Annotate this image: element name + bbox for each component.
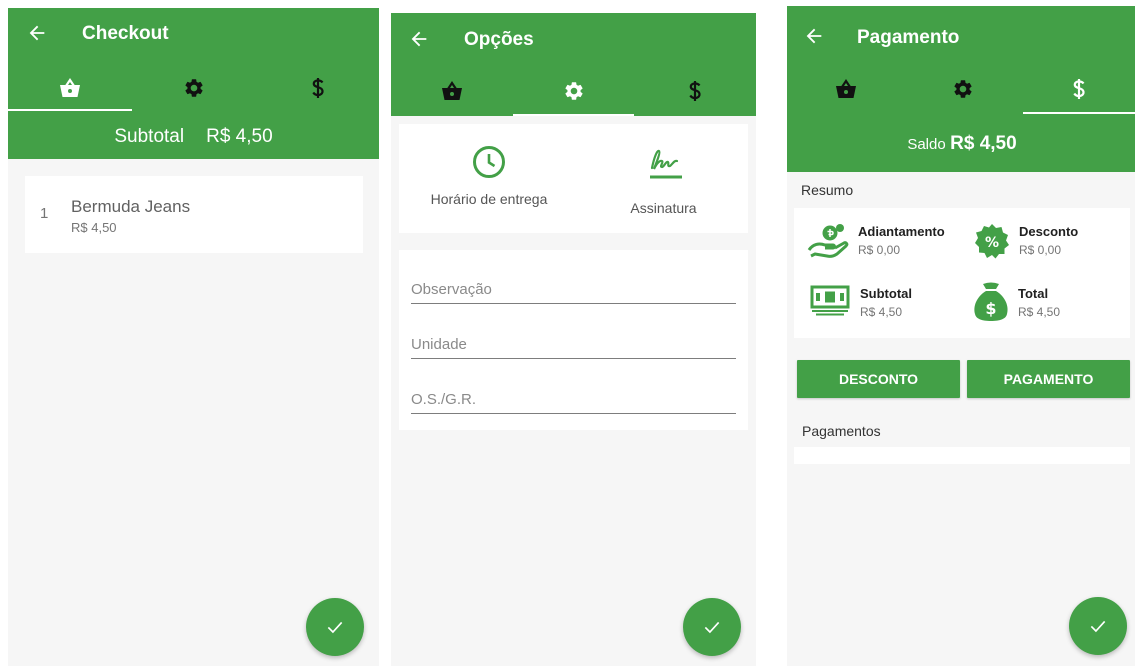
tab-indicator (1023, 112, 1135, 114)
tab-indicator (8, 109, 132, 111)
unit-field[interactable] (411, 331, 736, 359)
observation-field[interactable] (411, 276, 736, 304)
back-arrow-icon[interactable] (26, 22, 48, 44)
os-gr-input[interactable] (411, 386, 736, 412)
total-label: Total (1018, 286, 1049, 301)
item-price: R$ 4,50 (71, 220, 117, 235)
advance-label: Adiantamento (858, 224, 945, 239)
subtotal-value: R$ 4,50 (206, 126, 273, 147)
payments-list (794, 447, 1130, 464)
svg-text:%: % (985, 235, 999, 251)
gear-icon (185, 79, 203, 97)
subtotal-bar: Subtotal R$ 4,50 (8, 126, 379, 148)
options-header: Opções (391, 13, 756, 116)
signature-option[interactable]: Assinatura (579, 124, 748, 233)
page-title: Checkout (82, 23, 169, 44)
tab-payment[interactable] (256, 65, 379, 111)
subtotal-label: Subtotal (114, 126, 185, 147)
checkout-screen: Checkout Subtotal R$ 4,50 1 Bermuda Jeans… (8, 8, 379, 666)
tab-indicator (513, 114, 634, 116)
tab-settings[interactable] (513, 68, 634, 114)
gear-icon (564, 82, 583, 100)
balance-value: R$ 4,50 (950, 133, 1017, 154)
tab-payment[interactable] (634, 68, 756, 114)
tab-settings[interactable] (132, 65, 256, 111)
item-quantity: 1 (40, 205, 49, 222)
discount-badge-icon: % (975, 224, 1009, 259)
delivery-time-label: Horário de entrega (430, 191, 548, 207)
tab-settings[interactable] (904, 66, 1021, 112)
clock-icon (473, 146, 505, 178)
os-gr-field[interactable] (411, 386, 736, 414)
confirm-button[interactable] (683, 598, 741, 656)
checkout-header: Checkout Subtotal R$ 4,50 (8, 8, 379, 159)
banknote-icon (810, 285, 850, 316)
signature-icon (650, 149, 682, 179)
svg-text:$: $ (985, 299, 996, 318)
total-value: R$ 4,50 (1018, 305, 1061, 319)
options-actions-card: Horário de entrega Assinatura (399, 124, 748, 233)
subtotal-label: Subtotal (860, 286, 912, 301)
payments-title: Pagamentos (802, 423, 881, 439)
discount-label: Desconto (1019, 224, 1079, 239)
discount-button[interactable]: DESCONTO (797, 360, 960, 398)
balance-label: Saldo (907, 136, 946, 153)
observation-input[interactable] (411, 276, 736, 302)
payment-screen: Pagamento Saldo R$ 4,50 Resumo Adiantame… (787, 6, 1135, 666)
gear-icon (953, 80, 972, 98)
check-icon (327, 621, 343, 634)
payment-header: Pagamento Saldo R$ 4,50 (787, 6, 1135, 172)
page-title: Pagamento (857, 27, 960, 48)
unit-input[interactable] (411, 331, 736, 357)
check-icon (1090, 620, 1106, 633)
dollar-icon (311, 78, 324, 98)
tab-basket[interactable] (391, 68, 513, 114)
subtotal-value: R$ 4,50 (860, 305, 903, 319)
advance-value: R$ 0,00 (858, 243, 901, 257)
back-arrow-icon[interactable] (803, 25, 825, 47)
confirm-button[interactable] (1069, 597, 1127, 655)
check-icon (704, 621, 720, 634)
page-title: Opções (464, 29, 534, 50)
summary-card: Adiantamento R$ 0,00 % Desconto R$ 0,00 … (794, 208, 1130, 338)
delivery-time-option[interactable]: Horário de entrega (399, 124, 579, 233)
signature-label: Assinatura (630, 200, 697, 216)
tab-payment[interactable] (1021, 66, 1135, 112)
balance-bar: Saldo R$ 4,50 (787, 133, 1135, 155)
basket-icon (835, 79, 856, 98)
options-form-card (399, 250, 748, 430)
back-arrow-icon[interactable] (408, 28, 430, 50)
summary-title: Resumo (801, 182, 854, 198)
hand-coin-icon (807, 224, 849, 258)
options-screen: Opções Horário de entrega Assinatura (391, 13, 756, 666)
basket-icon (60, 78, 80, 97)
discount-value: R$ 0,00 (1019, 243, 1062, 257)
tab-basket[interactable] (8, 65, 132, 111)
money-bag-icon: $ (974, 282, 1008, 321)
item-name: Bermuda Jeans (71, 197, 191, 216)
payment-button[interactable]: PAGAMENTO (967, 360, 1130, 398)
confirm-button[interactable] (306, 598, 364, 656)
tab-basket[interactable] (787, 66, 904, 112)
dollar-icon (1073, 79, 1085, 99)
basket-icon (442, 81, 462, 100)
cart-list-item[interactable]: 1 Bermuda Jeans R$ 4,50 (25, 176, 363, 253)
dollar-icon (689, 81, 701, 101)
